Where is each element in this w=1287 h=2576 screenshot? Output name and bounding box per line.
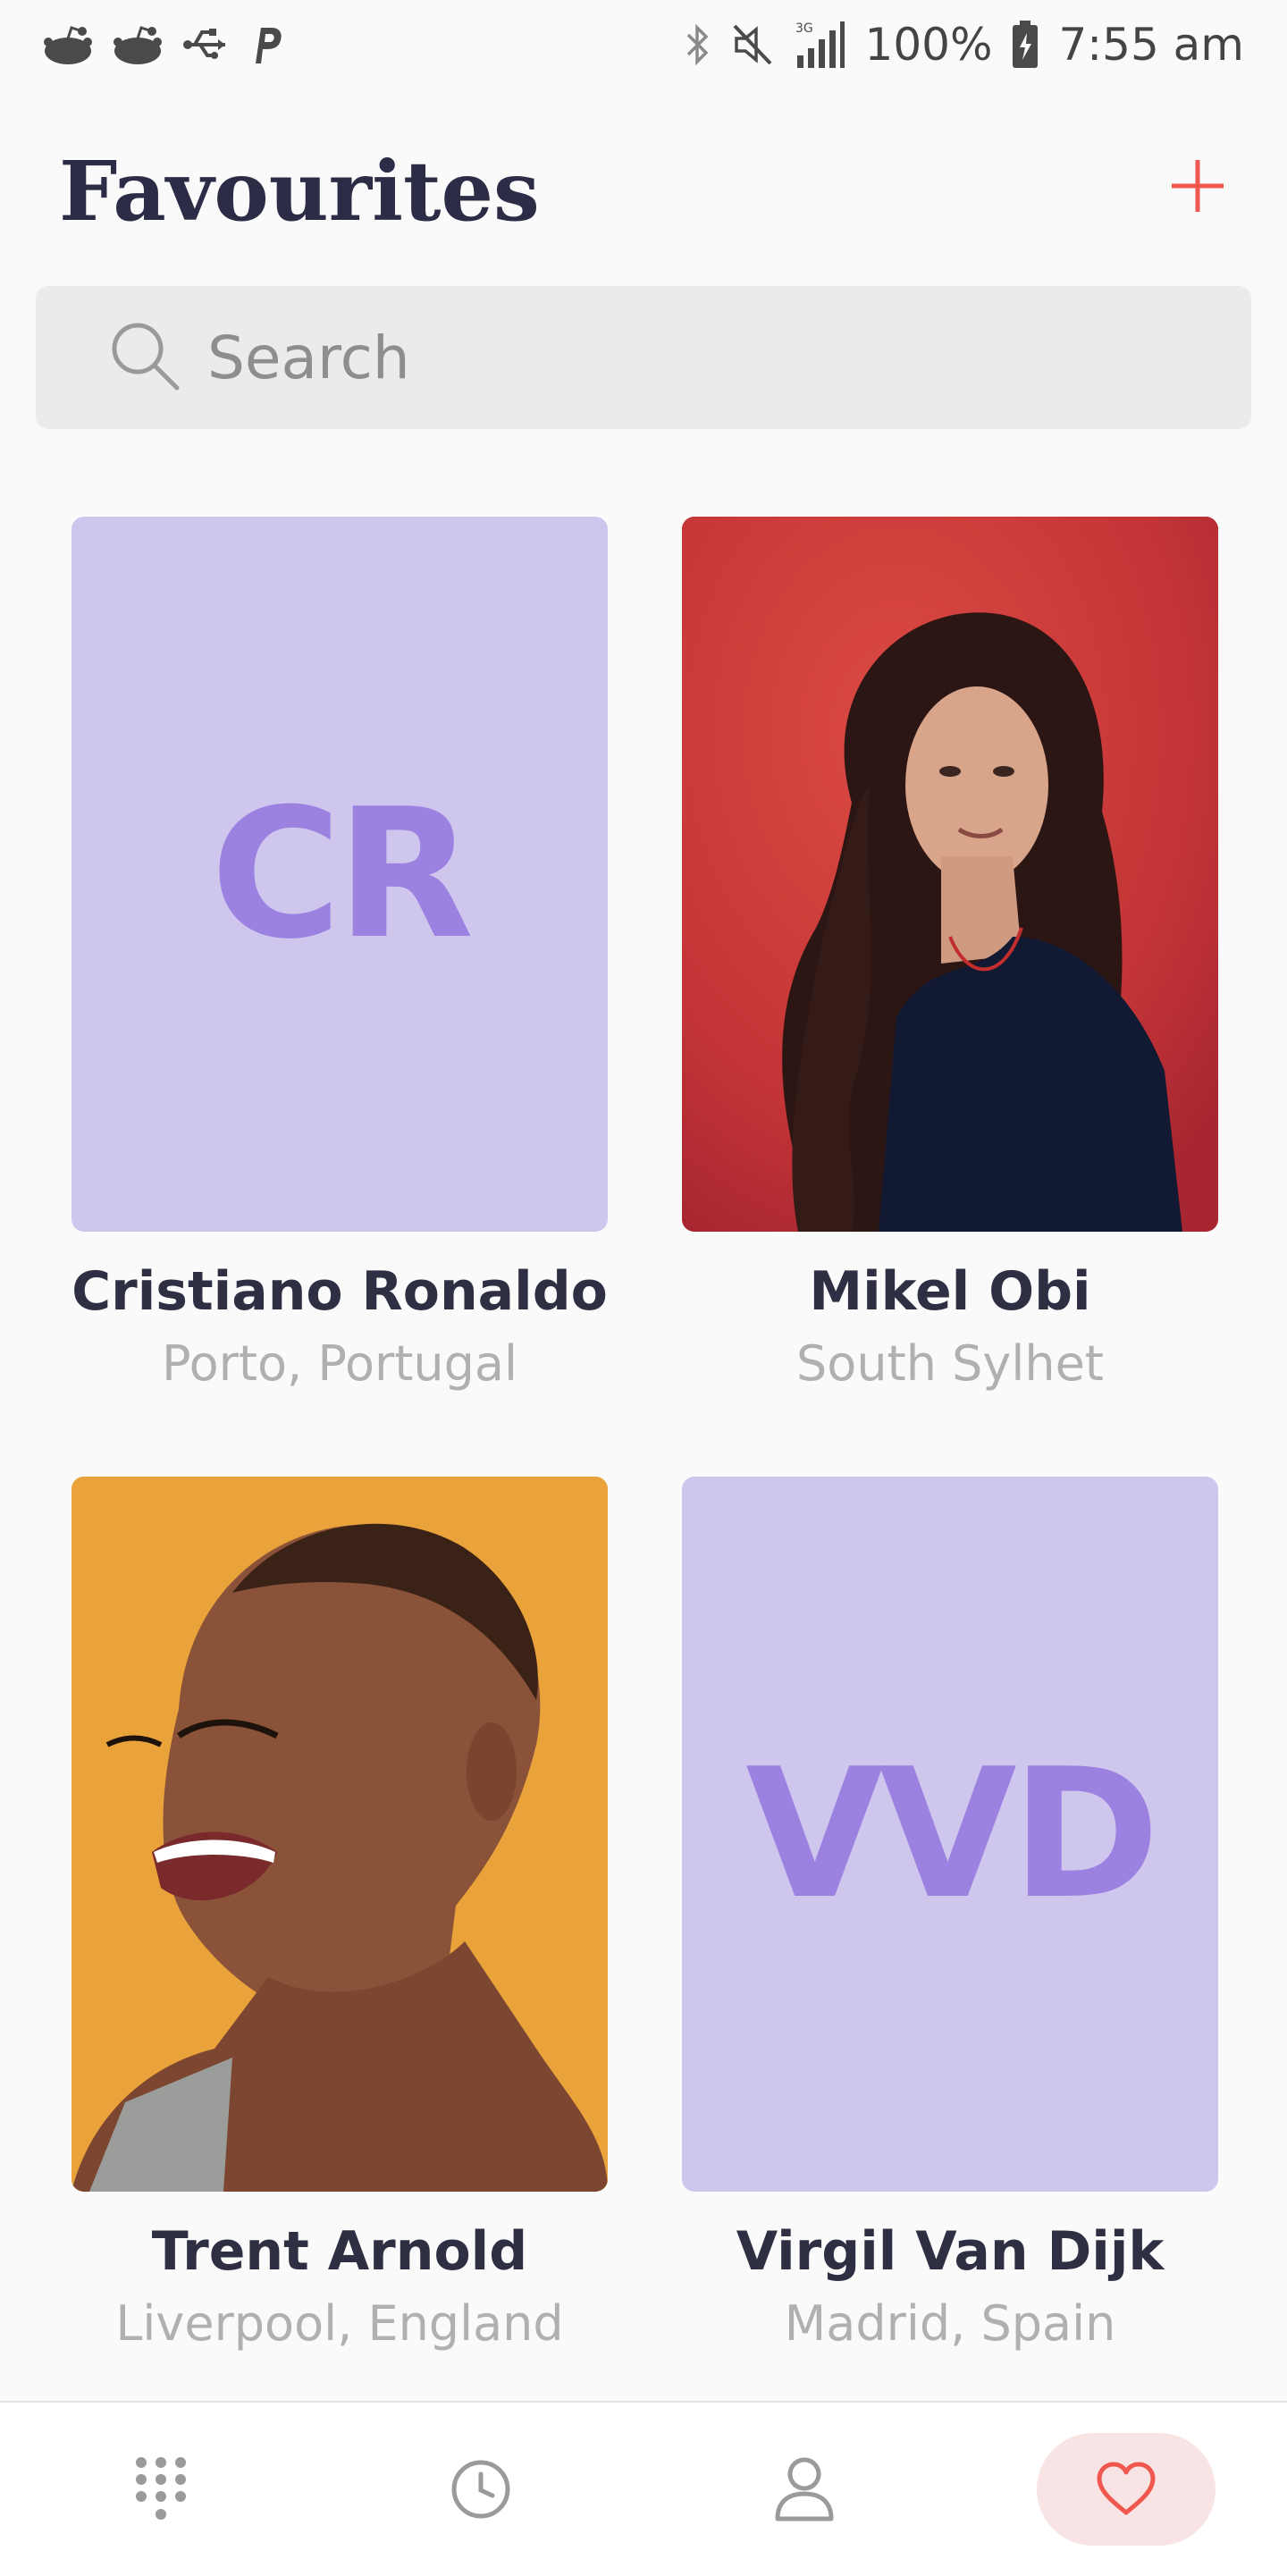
signal-3g-icon: 3G [794,20,845,70]
status-bar: 3G 100% 7:55 am [0,0,1287,89]
svg-text:3G: 3G [795,21,813,36]
contact-location: Liverpool, England [115,2295,564,2352]
contact-name: Trent Arnold [151,2220,528,2283]
battery-percent: 100% [864,19,993,71]
avatar-photo [682,517,1218,1232]
app-header: Favourites [0,89,1287,286]
paypal-icon [248,24,284,65]
contact-location: Madrid, Spain [784,2295,1116,2352]
nav-contacts[interactable] [715,2433,894,2546]
reddit-icon [43,24,93,65]
nav-recents[interactable] [391,2433,570,2546]
nav-keypad[interactable] [72,2433,250,2546]
clock-icon [451,2460,510,2519]
usb-icon [182,27,229,63]
reddit-icon [113,24,163,65]
favourite-card[interactable]: CR Cristiano Ronaldo Porto, Portugal [72,517,608,1392]
plus-icon [1172,160,1224,212]
clock-time: 7:55 am [1058,19,1244,71]
heart-icon [1097,2462,1156,2515]
favourite-card[interactable]: Mikel Obi South Sylhet [682,517,1218,1392]
contact-name: Cristiano Ronaldo [72,1260,608,1323]
favourite-card[interactable]: Trent Arnold Liverpool, England [72,1477,608,2352]
avatar-photo [72,1477,608,2192]
battery-icon [1012,21,1039,69]
status-bar-notifications [43,24,284,65]
search-icon [107,318,182,397]
nav-favourites[interactable] [1037,2433,1216,2546]
contact-location: South Sylhet [796,1335,1104,1392]
keypad-icon [136,2457,186,2520]
status-bar-system: 3G 100% 7:55 am [685,19,1244,71]
mute-icon [731,22,774,67]
contact-location: Porto, Portugal [161,1335,518,1392]
contact-name: Mikel Obi [809,1260,1091,1323]
avatar: VVD [682,1477,1218,2192]
add-favourite-button[interactable] [1162,150,1233,222]
bluetooth-icon [685,22,711,67]
page-title: Favourites [59,143,540,240]
avatar: CR [72,517,608,1232]
person-icon [775,2457,834,2521]
search-input[interactable] [206,322,1192,393]
avatar-initials: CR [210,770,475,979]
bottom-navigation [0,2401,1287,2576]
avatar-initials: VVD [745,1730,1160,1939]
contact-name: Virgil Van Dijk [736,2220,1165,2283]
favourite-card[interactable]: VVD Virgil Van Dijk Madrid, Spain [682,1477,1218,2352]
search-bar[interactable] [36,286,1251,429]
